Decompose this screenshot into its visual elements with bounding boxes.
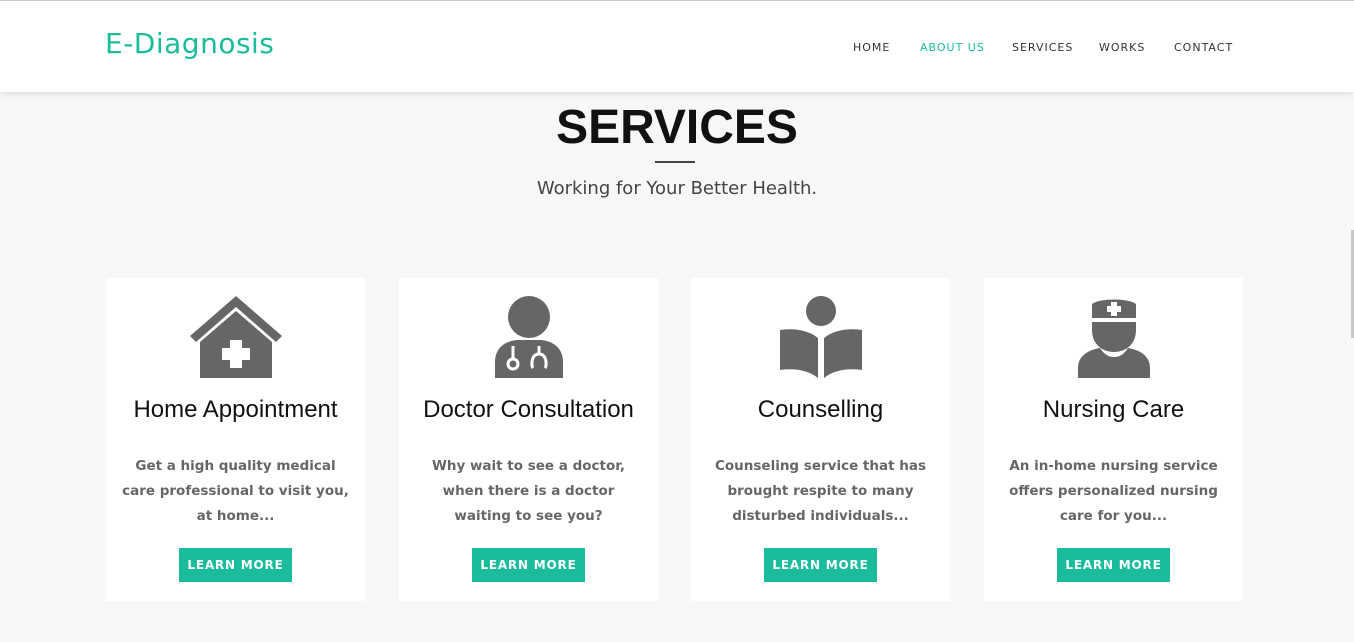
learn-more-button[interactable]: LEARN MORE <box>179 548 292 582</box>
title-divider <box>655 161 695 163</box>
learn-more-button[interactable]: LEARN MORE <box>472 548 585 582</box>
card-description: Get a high quality medical care professi… <box>122 458 349 524</box>
section-title: SERVICES <box>556 101 798 154</box>
nav-item-services[interactable]: SERVICES <box>1012 41 1073 54</box>
nav-item-works[interactable]: WORKS <box>1099 41 1145 54</box>
section-subtitle: Working for Your Better Health. <box>536 178 818 199</box>
card-description: Why wait to see a doctor, when there is … <box>431 458 626 524</box>
service-card-home-appointment: Home Appointment Get a high quality medi… <box>106 278 365 601</box>
learn-more-button[interactable]: LEARN MORE <box>764 548 877 582</box>
card-title: Doctor Consultation <box>423 396 634 423</box>
service-card-counselling: Counselling Counseling service that has … <box>691 278 950 601</box>
service-card-doctor-consultation: Doctor Consultation Why wait to see a do… <box>399 278 658 601</box>
navbar: E-Diagnosis HOME ABOUT US SERVICES WORKS… <box>0 1 1354 92</box>
nav-item-home[interactable]: HOME <box>853 41 890 54</box>
doctor-icon <box>399 296 658 378</box>
home-medical-icon <box>106 296 365 378</box>
reader-icon <box>691 296 950 378</box>
nav-item-about-us[interactable]: ABOUT US <box>920 41 985 54</box>
card-title: Home Appointment <box>133 396 338 423</box>
card-description: Counseling service that has brought resp… <box>714 458 927 524</box>
nurse-icon <box>984 296 1243 378</box>
card-description: An in-home nursing service offers person… <box>1009 458 1218 524</box>
nav-item-contact[interactable]: CONTACT <box>1174 41 1233 54</box>
learn-more-button[interactable]: LEARN MORE <box>1057 548 1170 582</box>
card-title: Nursing Care <box>1042 396 1185 423</box>
card-title: Counselling <box>757 396 884 423</box>
service-card-nursing-care: Nursing Care An in-home nursing service … <box>984 278 1243 601</box>
main-nav: HOME ABOUT US SERVICES WORKS CONTACT <box>0 41 1354 55</box>
